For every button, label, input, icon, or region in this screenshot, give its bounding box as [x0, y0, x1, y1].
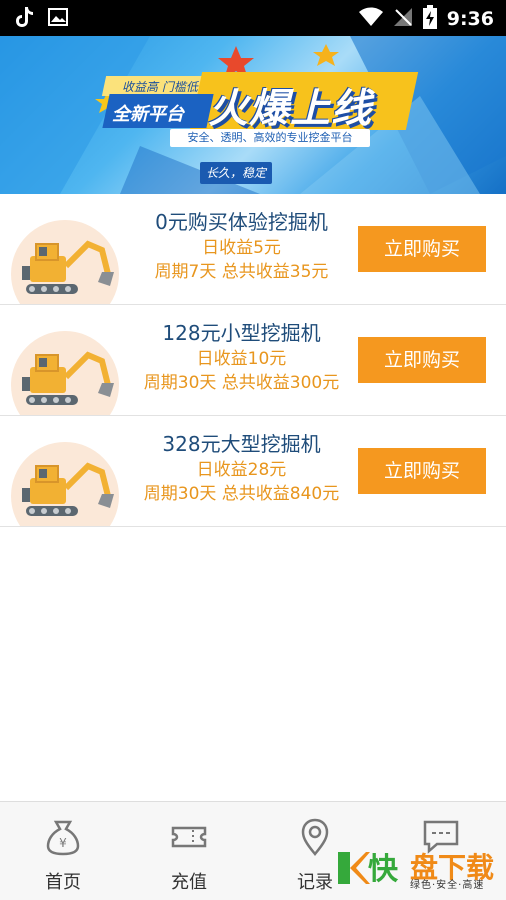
watermark-kuai: 快 — [368, 852, 398, 887]
buy-now-button[interactable]: 立即购买 — [358, 226, 486, 272]
svg-text:¥: ¥ — [59, 836, 67, 850]
status-bar: 9:36 — [0, 0, 506, 36]
signal-off-icon — [393, 7, 413, 31]
product-item: 328元大型挖掘机 日收益28元 周期30天 总共收益840元 立即购买 — [0, 416, 506, 527]
tab-recharge[interactable]: 充值 — [126, 802, 252, 900]
excavator-image — [10, 438, 120, 526]
watermark-logo: 快 盘下载 绿色·安全·高速 — [330, 840, 506, 900]
banner-slogan: 长久，稳定 — [200, 162, 272, 184]
product-daily-income: 日收益28元 — [196, 460, 287, 480]
buy-now-button[interactable]: 立即购买 — [358, 448, 486, 494]
battery-charging-icon — [422, 5, 437, 33]
product-title: 0元购买体验挖掘机 — [155, 210, 328, 234]
product-title: 128元小型挖掘机 — [162, 321, 321, 345]
image-icon — [48, 8, 68, 30]
product-item: 0元购买体验挖掘机 日收益5元 周期7天 总共收益35元 立即购买 — [0, 194, 506, 305]
product-item: 128元小型挖掘机 日收益10元 周期30天 总共收益300元 立即购买 — [0, 305, 506, 416]
product-title: 328元大型挖掘机 — [162, 432, 321, 456]
watermark-k-icon — [336, 848, 370, 888]
tiktok-icon — [14, 6, 34, 32]
money-bag-icon: ¥ — [43, 818, 83, 856]
banner-small-tag: 收益高 门槛低 — [122, 80, 198, 94]
banner-subhead: 全新平台 — [112, 104, 184, 125]
promo-banner[interactable]: 收益高 门槛低 全新平台 火爆上线 安全、透明、高效的专业挖金平台 长久，稳定 — [0, 36, 506, 194]
excavator-image — [10, 216, 120, 304]
buy-now-button[interactable]: 立即购买 — [358, 337, 486, 383]
product-daily-income: 日收益10元 — [196, 349, 287, 369]
product-period: 周期30天 总共收益300元 — [143, 373, 340, 393]
tab-label: 充值 — [171, 872, 207, 893]
product-period: 周期30天 总共收益840元 — [143, 484, 340, 504]
watermark-subtitle: 绿色·安全·高速 — [410, 880, 485, 891]
product-daily-income: 日收益5元 — [202, 238, 281, 258]
ticket-icon — [169, 818, 209, 856]
tab-label: 首页 — [45, 872, 81, 893]
excavator-image — [10, 327, 120, 415]
product-period: 周期7天 总共收益35元 — [154, 262, 329, 282]
location-pin-icon — [295, 818, 335, 856]
tab-home[interactable]: ¥ 首页 — [0, 802, 126, 900]
wifi-icon — [358, 7, 383, 31]
banner-tagline: 安全、透明、高效的专业挖金平台 — [170, 129, 370, 147]
banner-headline: 火爆上线 — [208, 86, 372, 132]
status-time: 9:36 — [446, 8, 494, 30]
product-list: 0元购买体验挖掘机 日收益5元 周期7天 总共收益35元 立即购买 128元小型… — [0, 194, 506, 527]
